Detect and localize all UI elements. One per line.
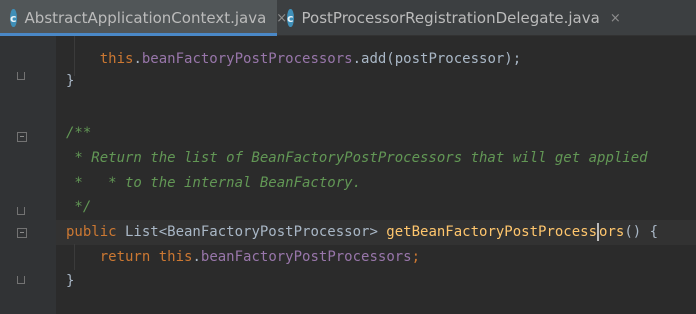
fold-end-icon[interactable] [17, 207, 25, 215]
tab-label: AbstractApplicationContext.java [24, 9, 267, 27]
editor-window: c AbstractApplicationContext.java × c Po… [0, 0, 696, 314]
code-line-current[interactable]: public List<BeanFactoryPostProcessor> ge… [66, 220, 658, 244]
java-class-icon: c [287, 9, 294, 27]
fold-end-icon[interactable] [17, 276, 25, 284]
code-line[interactable]: * * to the internal BeanFactory. [66, 171, 361, 195]
code-line[interactable]: /** [66, 121, 91, 145]
java-class-icon: c [10, 9, 17, 27]
editor-gutter [0, 36, 56, 314]
fold-end-icon[interactable] [17, 72, 25, 80]
fold-collapse-icon[interactable] [17, 132, 27, 142]
tab-label: PostProcessorRegistrationDelegate.java [301, 9, 600, 27]
code-line[interactable]: return this.beanFactoryPostProcessors; [66, 245, 420, 269]
code-line[interactable]: */ [66, 195, 91, 219]
fold-collapse-icon[interactable] [17, 228, 27, 238]
code-line[interactable]: this.beanFactoryPostProcessors.add(postP… [66, 47, 521, 71]
close-icon[interactable]: × [610, 11, 621, 26]
code-line[interactable]: } [66, 69, 74, 93]
code-line[interactable]: * Return the list of BeanFactoryPostProc… [66, 146, 647, 170]
code-line[interactable]: } [66, 269, 74, 293]
